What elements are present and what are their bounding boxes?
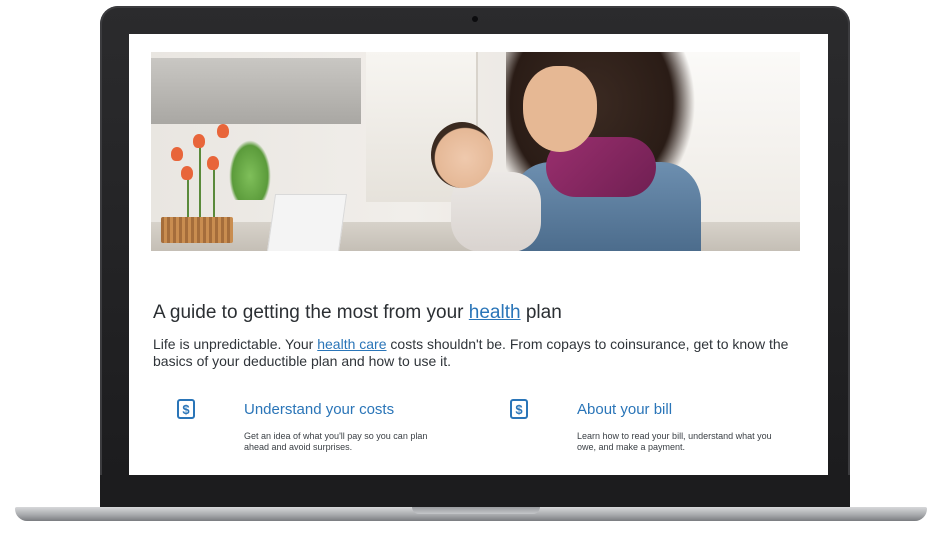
page-headline: A guide to getting the most from your he…: [153, 302, 562, 323]
tulip-flower: [207, 156, 219, 170]
laptop-notch: [412, 507, 540, 514]
card-description: Learn how to read your bill, understand …: [577, 431, 772, 452]
about-bill-card[interactable]: $ About your bill Learn how to read your…: [510, 399, 800, 459]
card-title-understand-costs[interactable]: Understand your costs: [244, 401, 394, 418]
background-laptop: [266, 194, 348, 251]
tulip-flower: [217, 124, 229, 138]
bill-dollar-icon: $: [510, 399, 528, 419]
basket: [161, 217, 233, 243]
woman-face: [523, 66, 597, 152]
laptop-screen: A guide to getting the most from your he…: [129, 34, 828, 475]
tulip-flower: [181, 166, 193, 180]
baby-head: [431, 122, 493, 188]
tulip-flower: [171, 147, 183, 161]
laptop-mockup: A guide to getting the most from your he…: [0, 0, 942, 533]
card-title-about-bill[interactable]: About your bill: [577, 401, 672, 418]
health-link[interactable]: health: [469, 302, 521, 323]
webcam-icon: [472, 16, 478, 22]
range-hood: [151, 58, 361, 124]
tulip-flower: [193, 134, 205, 148]
health-care-link[interactable]: health care: [317, 336, 386, 352]
understand-costs-card[interactable]: $ Understand your costs Get an idea of w…: [177, 399, 467, 459]
intro-paragraph: Life is unpredictable. Your health care …: [153, 336, 789, 369]
document-dollar-icon: $: [177, 399, 195, 419]
hero-image: [151, 52, 800, 251]
plant-leaves: [229, 140, 271, 200]
card-description: Get an idea of what you'll pay so you ca…: [244, 431, 428, 452]
